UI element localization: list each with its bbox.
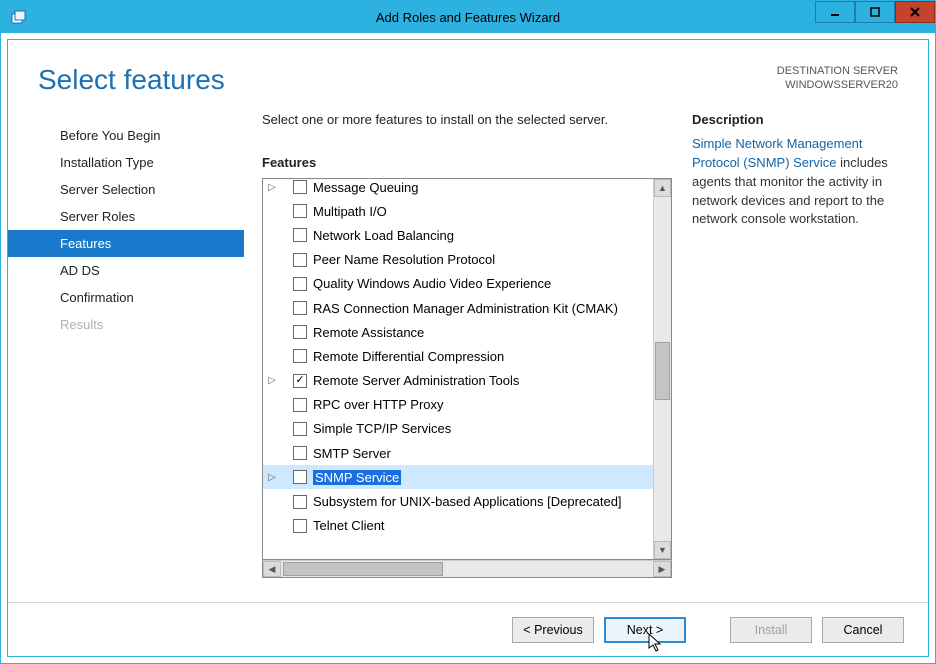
feature-checkbox[interactable] [293,495,307,509]
feature-checkbox[interactable] [293,301,307,315]
content-area: Before You BeginInstallation TypeServer … [8,104,928,602]
description-text: Simple Network Management Protocol (SNMP… [692,135,900,229]
wizard-body: Select features DESTINATION SERVER WINDO… [7,39,929,657]
feature-label[interactable]: SNMP Service [313,470,401,485]
feature-row[interactable]: Peer Name Resolution Protocol [263,248,653,272]
feature-checkbox[interactable] [293,228,307,242]
header-row: Select features DESTINATION SERVER WINDO… [8,40,928,104]
feature-label[interactable]: Remote Server Administration Tools [313,373,519,388]
feature-label[interactable]: Peer Name Resolution Protocol [313,252,495,267]
sidebar-item-features[interactable]: Features [8,230,244,257]
feature-checkbox[interactable] [293,253,307,267]
sidebar-item-confirmation[interactable]: Confirmation [8,284,244,311]
destination-name: WINDOWSSERVER20 [777,78,898,92]
feature-row[interactable]: Network Load Balancing [263,223,653,247]
feature-checkbox[interactable] [293,204,307,218]
app-icon [7,5,31,29]
expand-icon[interactable]: ▷ [265,472,279,483]
install-button: Install [730,617,812,643]
features-tree-viewport[interactable]: ▷ Message Queuing Multipath I/O Network Loa… [263,179,653,559]
feature-row[interactable]: Quality Windows Audio Video Experience [263,272,653,296]
feature-label[interactable]: Multipath I/O [313,204,387,219]
wizard-window: Add Roles and Features Wizard Select fea… [0,0,936,664]
feature-row[interactable]: Telnet Client [263,514,653,538]
feature-label[interactable]: Telnet Client [313,518,385,533]
minimize-button[interactable] [815,1,855,23]
feature-label[interactable]: Subsystem for UNIX-based Applications [D… [313,494,622,509]
sidebar-item-ad-ds[interactable]: AD DS [8,257,244,284]
feature-row[interactable]: Simple TCP/IP Services [263,417,653,441]
feature-row[interactable]: RPC over HTTP Proxy [263,393,653,417]
feature-row[interactable]: Subsystem for UNIX-based Applications [D… [263,489,653,513]
features-label: Features [262,155,672,170]
maximize-button[interactable] [855,1,895,23]
v-scroll-track[interactable] [654,197,671,541]
previous-button[interactable]: < Previous [512,617,594,643]
feature-label[interactable]: Remote Differential Compression [313,349,504,364]
vertical-scrollbar[interactable]: ▲ ▼ [653,179,671,559]
v-scroll-thumb[interactable] [655,342,670,400]
horizontal-scrollbar[interactable]: ◀ ▶ [262,560,672,578]
feature-row[interactable]: ▷ Message Queuing [263,179,653,199]
titlebar: Add Roles and Features Wizard [1,1,935,33]
feature-checkbox[interactable] [293,349,307,363]
feature-row[interactable]: ▷ SNMP Service [263,465,653,489]
feature-row[interactable]: SMTP Server [263,441,653,465]
feature-checkbox[interactable] [293,180,307,194]
sidebar-item-installation-type[interactable]: Installation Type [8,149,244,176]
feature-label[interactable]: Network Load Balancing [313,228,454,243]
sidebar-item-before-you-begin[interactable]: Before You Begin [8,122,244,149]
feature-checkbox[interactable] [293,398,307,412]
main-panel: Select one or more features to install o… [244,104,928,602]
wizard-steps-sidebar: Before You BeginInstallation TypeServer … [8,104,244,602]
feature-label[interactable]: SMTP Server [313,446,391,461]
feature-label[interactable]: Quality Windows Audio Video Experience [313,276,551,291]
destination-label: DESTINATION SERVER [777,64,898,78]
expand-icon[interactable]: ▷ [265,182,279,193]
scroll-left-icon[interactable]: ◀ [263,561,281,577]
sidebar-item-server-roles[interactable]: Server Roles [8,203,244,230]
feature-checkbox[interactable]: ✓ [293,374,307,388]
feature-row[interactable]: Multipath I/O [263,199,653,223]
feature-row[interactable]: ▷ ✓ Remote Server Administration Tools [263,369,653,393]
sidebar-item-server-selection[interactable]: Server Selection [8,176,244,203]
wizard-footer: < Previous Next > Install Cancel [8,602,928,656]
feature-row[interactable]: Remote Assistance [263,320,653,344]
close-button[interactable] [895,1,935,23]
feature-row[interactable]: Remote Differential Compression [263,344,653,368]
description-label: Description [692,112,900,127]
feature-row[interactable]: RAS Connection Manager Administration Ki… [263,296,653,320]
page-title: Select features [38,64,225,96]
feature-checkbox[interactable] [293,519,307,533]
expand-icon[interactable]: ▷ [265,375,279,386]
feature-checkbox[interactable] [293,325,307,339]
feature-label[interactable]: Message Queuing [313,180,419,195]
next-button[interactable]: Next > [604,617,686,643]
features-tree: ▷ Message Queuing Multipath I/O Network Loa… [262,178,672,560]
scroll-right-icon[interactable]: ▶ [653,561,671,577]
window-title: Add Roles and Features Wizard [1,10,935,25]
scroll-down-icon[interactable]: ▼ [654,541,671,559]
feature-checkbox[interactable] [293,470,307,484]
feature-label[interactable]: Remote Assistance [313,325,424,340]
instruction-text: Select one or more features to install o… [262,112,672,127]
h-scroll-thumb[interactable] [283,562,443,576]
destination-server: DESTINATION SERVER WINDOWSSERVER20 [777,64,898,93]
feature-label[interactable]: RPC over HTTP Proxy [313,397,444,412]
feature-checkbox[interactable] [293,277,307,291]
feature-label[interactable]: Simple TCP/IP Services [313,421,451,436]
window-buttons [815,1,935,33]
feature-checkbox[interactable] [293,422,307,436]
cancel-button[interactable]: Cancel [822,617,904,643]
sidebar-item-results: Results [8,311,244,338]
features-column: Select one or more features to install o… [262,112,672,602]
h-scroll-track[interactable] [281,561,653,577]
scroll-up-icon[interactable]: ▲ [654,179,671,197]
feature-checkbox[interactable] [293,446,307,460]
description-column: Description Simple Network Management Pr… [692,112,900,602]
feature-label[interactable]: RAS Connection Manager Administration Ki… [313,301,618,316]
